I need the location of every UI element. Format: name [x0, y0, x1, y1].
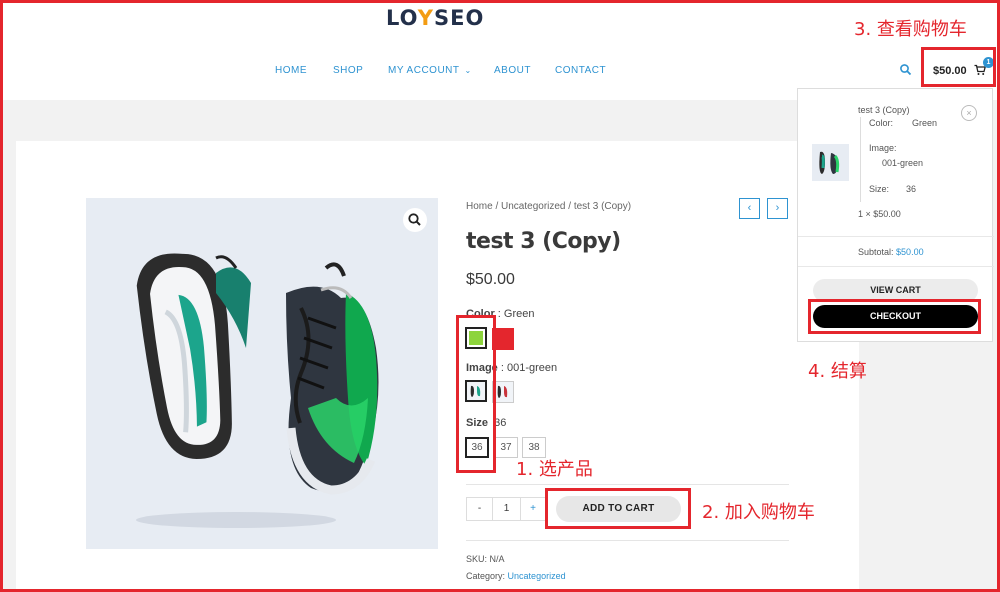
sku-label: SKU:: [466, 554, 488, 564]
category-line: Category: Uncategorized: [466, 571, 566, 581]
sneaker-photo: [136, 253, 379, 528]
search-icon[interactable]: [899, 63, 913, 77]
logo-text-left: LO: [386, 6, 418, 30]
mini-cart-thumbnail[interactable]: [812, 144, 849, 181]
mini-subtotal-value: $50.00: [896, 247, 924, 257]
annotation-step3: 3. 查看购物车: [854, 19, 967, 40]
annotation-step2: 2. 加入购物车: [702, 502, 815, 523]
logo-text-right: SEO: [433, 6, 485, 30]
magnifier-icon: [408, 213, 421, 226]
qty-plus-button[interactable]: +: [520, 498, 545, 520]
annotation-box-checkout: [808, 299, 981, 334]
product-title: test 3 (Copy): [466, 229, 621, 254]
mini-shoe-image: [819, 151, 840, 174]
nav-home[interactable]: HOME: [275, 65, 307, 76]
divider-bottom: [466, 540, 789, 541]
logo-mark: Y: [417, 6, 434, 30]
mini-divider-2: [798, 266, 994, 267]
mini-size-value: 36: [906, 184, 917, 194]
mini-size-label: Size:: [869, 184, 890, 194]
annotation-box-add-to-cart: [545, 488, 691, 529]
category-link[interactable]: Uncategorized: [508, 571, 566, 581]
mini-image-label: Image:: [869, 143, 897, 153]
site-header: LOYSEO HOME SHOP MY ACCOUNT ⌄ ABOUT CONTA…: [0, 0, 1000, 100]
shoe-thumb-red: [497, 385, 508, 398]
annotation-box-cart: [921, 47, 996, 87]
qty-input[interactable]: 1: [493, 498, 520, 520]
site-logo[interactable]: LOYSEO: [386, 6, 484, 30]
annotation-step4: 4. 结算: [808, 361, 867, 382]
chevron-down-icon: ⌄: [464, 66, 472, 75]
sku-value: N/A: [489, 554, 505, 564]
annotation-connector: [496, 336, 512, 339]
size-option-37[interactable]: 37: [494, 437, 518, 458]
prev-product-button[interactable]: ‹: [739, 198, 760, 219]
sku-line: SKU: N/A: [466, 554, 505, 564]
product-price: $50.00: [466, 271, 515, 288]
annotation-box-select: [456, 315, 496, 473]
mini-divider-1: [798, 236, 994, 237]
next-product-button[interactable]: ›: [767, 198, 788, 219]
nav-my-account[interactable]: MY ACCOUNT ⌄: [388, 65, 472, 76]
remove-item-icon[interactable]: ×: [961, 105, 977, 121]
nav-my-account-label: MY ACCOUNT: [388, 65, 460, 76]
mini-subtotal: Subtotal: $50.00: [858, 247, 924, 257]
mini-color-value: Green: [912, 118, 938, 128]
zoom-button[interactable]: [403, 208, 427, 232]
mini-color-label: Color:: [869, 118, 894, 128]
divider-top: [466, 484, 789, 485]
mini-subtotal-label: Subtotal:: [858, 247, 894, 257]
category-label: Category:: [466, 571, 506, 581]
nav-shop[interactable]: SHOP: [333, 65, 363, 76]
qty-minus-button[interactable]: -: [467, 498, 493, 520]
nav-about[interactable]: ABOUT: [494, 65, 531, 76]
nav-contact[interactable]: CONTACT: [555, 65, 606, 76]
breadcrumb[interactable]: Home / Uncategorized / test 3 (Copy): [466, 201, 631, 212]
color-value: : Green: [497, 308, 535, 320]
mini-cart-vline: [860, 117, 861, 202]
mini-qty-price: 1 × $50.00: [858, 209, 901, 219]
annotation-step1: 1. 选产品: [516, 459, 593, 480]
mini-cart-item-name[interactable]: test 3 (Copy): [858, 105, 910, 115]
product-image[interactable]: [86, 198, 438, 549]
quantity-stepper: - 1 +: [466, 497, 546, 521]
main-nav: HOME SHOP MY ACCOUNT ⌄ ABOUT CONTACT: [0, 65, 1000, 79]
image-value: : 001-green: [500, 362, 558, 374]
mini-image-value: 001-green: [882, 158, 924, 168]
